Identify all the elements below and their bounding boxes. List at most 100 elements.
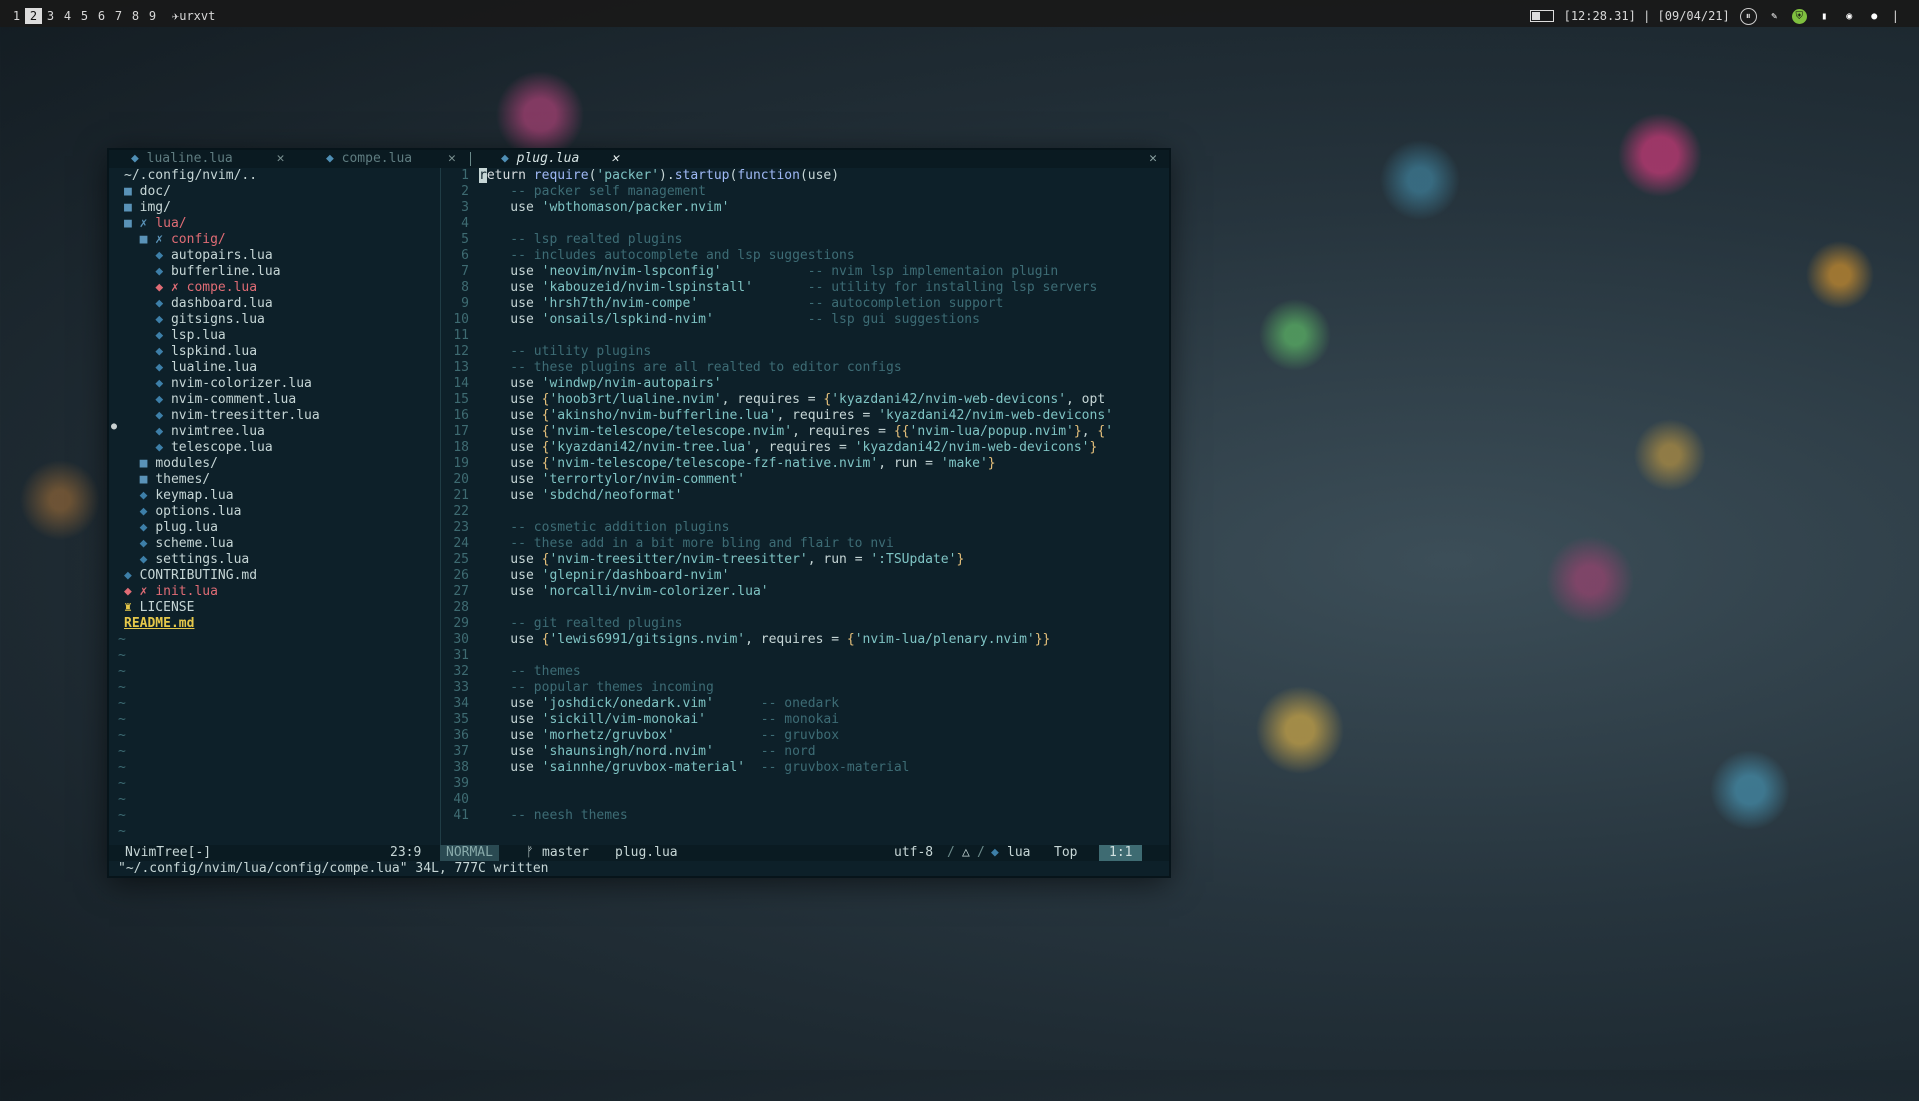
tree-item[interactable]: ◆ gitsigns.lua	[124, 312, 265, 328]
code-line[interactable]: 38 use 'sainnhe/gruvbox-material' -- gru…	[442, 760, 909, 776]
code-line[interactable]: 37 use 'shaunsingh/nord.nvim' -- nord	[442, 744, 815, 760]
tree-item[interactable]: ◆ ✗ compe.lua	[124, 280, 257, 296]
code-line[interactable]: 3 use 'wbthomason/packer.nvim'	[442, 200, 729, 216]
code-line[interactable]: 27 use 'norcalli/nvim-colorizer.lua'	[442, 584, 768, 600]
tools-icon[interactable]: ✎	[1767, 9, 1782, 24]
tree-item[interactable]: ■ modules/	[124, 456, 218, 472]
workspace-9[interactable]: 9	[144, 8, 161, 24]
code-line[interactable]: 7 use 'neovim/nvim-lspconfig' -- nvim ls…	[442, 264, 1058, 280]
code-line[interactable]: 20 use 'terrortylor/nvim-comment'	[442, 472, 745, 488]
tree-item[interactable]: ◆ scheme.lua	[124, 536, 234, 552]
code-line[interactable]: 12 -- utility plugins	[442, 344, 651, 360]
tree-item[interactable]: ♜ LICENSE	[124, 600, 194, 616]
tab-close-icon[interactable]: ✕	[277, 151, 285, 166]
workspace-3[interactable]: 3	[42, 8, 59, 24]
shield-icon[interactable]: ⛨	[1791, 8, 1807, 24]
code-line[interactable]: 28	[442, 600, 479, 616]
github-icon[interactable]: ●	[1867, 9, 1882, 24]
tree-item[interactable]: ■ doc/	[124, 184, 171, 200]
tree-item[interactable]: ◆ nvim-treesitter.lua	[124, 408, 319, 424]
tree-item[interactable]: ◆ nvim-colorizer.lua	[124, 376, 312, 392]
tree-item[interactable]: ◆ autopairs.lua	[124, 248, 272, 264]
code-line[interactable]: 17 use {'nvim-telescope/telescope.nvim',…	[442, 424, 1113, 440]
code-line[interactable]: 13 -- these plugins are all realted to e…	[442, 360, 901, 376]
tab-lualine[interactable]: ◆ lualine.lua ✕	[131, 150, 284, 168]
code-line[interactable]: 5 -- lsp realted plugins	[442, 232, 682, 248]
tab-close-icon[interactable]: ✕	[448, 151, 456, 166]
code-line[interactable]: 14 use 'windwp/nvim-autopairs'	[442, 376, 721, 392]
code-line[interactable]: 36 use 'morhetz/gruvbox' -- gruvbox	[442, 728, 839, 744]
code-line[interactable]: 4	[442, 216, 479, 232]
tree-item[interactable]: ◆ CONTRIBUTING.md	[124, 568, 257, 584]
code-line[interactable]: 18 use {'kyazdani42/nvim-tree.lua', requ…	[442, 440, 1097, 456]
tree-item[interactable]: ◆ nvimtree.lua	[124, 424, 265, 440]
tree-item[interactable]: ◆ lsp.lua	[124, 328, 225, 344]
code-line[interactable]: 41 -- neesh themes	[442, 808, 627, 824]
code-line[interactable]: 1 return require('packer').startup(functi…	[442, 168, 839, 184]
code-token: }	[987, 456, 996, 471]
code-line[interactable]: 9 use 'hrsh7th/nvim-compe' -- autocomple…	[442, 296, 1003, 312]
pause-icon[interactable]: ⏸	[1739, 7, 1757, 25]
command-line[interactable]: "~/.config/nvim/lua/config/compe.lua" 34…	[118, 861, 548, 877]
code-line[interactable]: 29 -- git realted plugins	[442, 616, 683, 632]
code-line[interactable]: 33 -- popular themes incoming	[442, 680, 713, 696]
code-line[interactable]: 40	[442, 792, 479, 808]
tab-compe[interactable]: ◆ compe.lua ✕	[326, 150, 456, 168]
workspace-7[interactable]: 7	[110, 8, 127, 24]
code-token: use	[479, 376, 542, 391]
tree-root[interactable]: ~/.config/nvim/..	[124, 168, 257, 184]
workspace-5[interactable]: 5	[76, 8, 93, 24]
tab-close-icon[interactable]: ✕	[611, 151, 619, 166]
code-line[interactable]: 34 use 'joshdick/onedark.vim' -- onedark	[442, 696, 839, 712]
code-line[interactable]: 19 use {'nvim-telescope/telescope-fzf-na…	[442, 456, 996, 472]
code-line[interactable]: 22	[442, 504, 479, 520]
phone-icon[interactable]: ▮	[1817, 9, 1832, 24]
code-line[interactable]: 6 -- includes autocomplete and lsp sugge…	[442, 248, 855, 264]
tree-item[interactable]: README.md	[124, 616, 194, 632]
code-line[interactable]: 21 use 'sbdchd/neoformat'	[442, 488, 682, 504]
workspace-1[interactable]: 1	[8, 8, 25, 24]
tree-item[interactable]: ◆ dashboard.lua	[124, 296, 272, 312]
code-line[interactable]: 24 -- these add in a bit more bling and …	[442, 536, 893, 552]
tree-item[interactable]: ■ themes/	[124, 472, 210, 488]
code-line[interactable]: 39	[442, 776, 479, 792]
tree-item[interactable]: ◆ keymap.lua	[124, 488, 234, 504]
tree-item[interactable]: ◆ nvim-comment.lua	[124, 392, 296, 408]
nvim-tree-panel[interactable]: ~/.config/nvim/.. ■ doc/■ img/■ ✗ lua/ ■…	[109, 168, 440, 845]
discord-icon[interactable]: ◉	[1842, 9, 1857, 24]
code-line[interactable]: 30 use {'lewis6991/gitsigns.nvim', requi…	[442, 632, 1050, 648]
code-line[interactable]: 25 use {'nvim-treesitter/nvim-treesitter…	[442, 552, 964, 568]
tree-item[interactable]: ■ ✗ lua/	[124, 216, 187, 232]
code-token: eturn	[486, 168, 534, 183]
tree-item[interactable]: ◆ options.lua	[124, 504, 242, 520]
code-line[interactable]: 32 -- themes	[442, 664, 580, 680]
code-token: -- git realted plugins	[479, 616, 683, 631]
tab-plug[interactable]: ◆ plug.lua ✕	[501, 150, 619, 168]
code-line[interactable]: 10 use 'onsails/lspkind-nvim' -- lsp gui…	[442, 312, 980, 328]
code-line[interactable]: 26 use 'glepnir/dashboard-nvim'	[442, 568, 729, 584]
code-editor[interactable]: 1 return require('packer').startup(functi…	[442, 168, 1169, 845]
workspace-2[interactable]: 2	[25, 8, 42, 24]
tree-item[interactable]: ◆ lualine.lua	[124, 360, 257, 376]
tree-item[interactable]: ■ ✗ config/	[124, 232, 226, 248]
code-line[interactable]: 16 use {'akinsho/nvim-bufferline.lua', r…	[442, 408, 1113, 424]
tree-item[interactable]: ◆ plug.lua	[124, 520, 218, 536]
code-line[interactable]: 31	[442, 648, 479, 664]
tree-item[interactable]: ■ img/	[124, 200, 171, 216]
code-line[interactable]: 2 -- packer self management	[442, 184, 706, 200]
code-line[interactable]: 11	[442, 328, 479, 344]
tree-item[interactable]: ◆ bufferline.lua	[124, 264, 280, 280]
code-line[interactable]: 35 use 'sickill/vim-monokai' -- monokai	[442, 712, 839, 728]
code-line[interactable]: 8 use 'kabouzeid/nvim-lspinstall' -- uti…	[442, 280, 1097, 296]
code-line[interactable]: 23 -- cosmetic addition plugins	[442, 520, 729, 536]
tree-item[interactable]: ◆ settings.lua	[124, 552, 250, 568]
tree-item[interactable]: ◆ telescope.lua	[124, 440, 272, 456]
terminal-window[interactable]: ◆ lualine.lua ✕ ◆ compe.lua ✕ ◆ plug.lua…	[109, 150, 1169, 876]
code-line[interactable]: 15 use {'hoob3rt/lualine.nvim', requires…	[442, 392, 1105, 408]
tree-item[interactable]: ◆ lspkind.lua	[124, 344, 257, 360]
workspace-8[interactable]: 8	[127, 8, 144, 24]
tree-item[interactable]: ◆ ✗ init.lua	[124, 584, 218, 600]
close-all-icon[interactable]: ✕	[1149, 150, 1157, 168]
workspace-4[interactable]: 4	[59, 8, 76, 24]
workspace-6[interactable]: 6	[93, 8, 110, 24]
